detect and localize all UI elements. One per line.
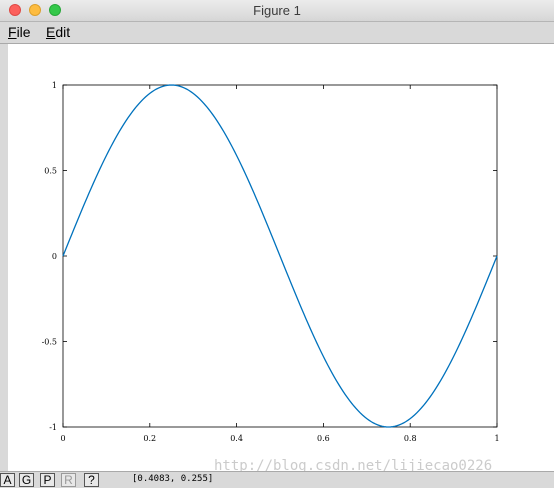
cursor-coordinates: [0.4083, 0.255] [132,474,214,484]
tick-labels: 0 0.2 0.4 0.6 0.8 1 -1 -0.5 0 0.5 1 [42,81,500,443]
status-bar: A G P R ? [0.4083, 0.255] [0,471,554,488]
x-tick-label: 1 [494,434,499,443]
toolbar-button-a[interactable]: A [0,473,15,487]
y-tick-label: -1 [49,423,57,432]
toolbar-button-help[interactable]: ? [84,473,99,487]
x-tick-label: 0 [60,434,65,443]
menu-file[interactable]: File [8,24,31,40]
toolbar-button-g[interactable]: G [19,473,34,487]
x-tick-label: 0.4 [230,434,243,443]
window-title: Figure 1 [253,3,301,18]
title-bar: Figure 1 [0,0,554,22]
menu-edit-accelerator: E [46,24,56,40]
x-tick-label: 0.6 [317,434,330,443]
line-plot[interactable]: 0 0.2 0.4 0.6 0.8 1 -1 -0.5 0 0.5 1 [8,44,554,472]
menu-bar: File Edit [0,22,554,44]
menu-file-label: ile [16,24,31,40]
toolbar-button-r[interactable]: R [61,473,76,487]
figure-canvas[interactable]: 0 0.2 0.4 0.6 0.8 1 -1 -0.5 0 0.5 1 [8,44,554,472]
menu-file-accelerator: F [8,24,17,40]
menu-edit-label: dit [55,24,71,40]
menu-edit[interactable]: Edit [46,24,70,40]
y-tick-label: 0 [52,252,57,261]
y-tick-label: 1 [52,81,57,90]
y-tick-label: 0.5 [44,167,57,176]
y-tick-label: -0.5 [42,338,57,347]
toolbar-button-p[interactable]: P [40,473,55,487]
window-left-edge [0,44,8,472]
x-tick-label: 0.8 [404,434,417,443]
x-tick-label: 0.2 [143,434,156,443]
series-group [62,84,498,428]
